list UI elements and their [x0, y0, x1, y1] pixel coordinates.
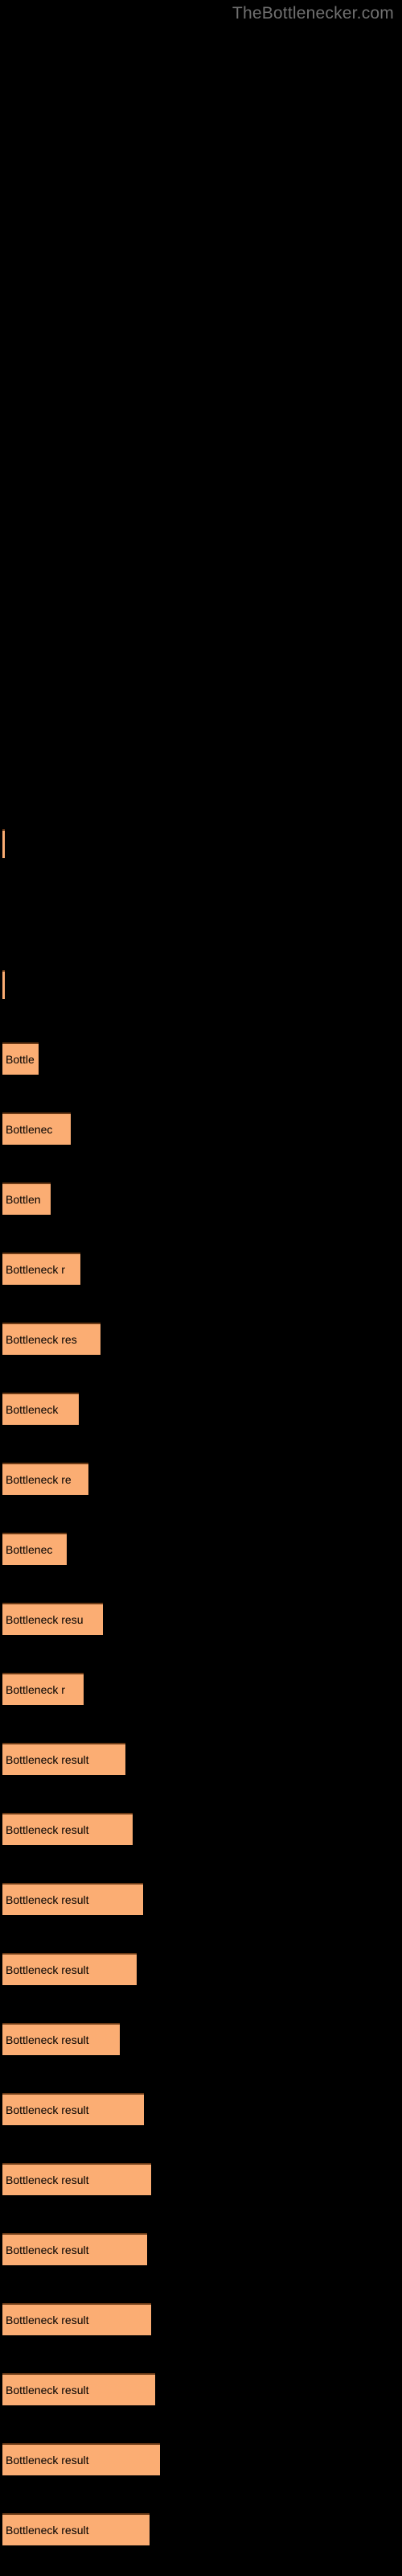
- bar-label: Bottleneck result: [6, 1823, 89, 1836]
- bar: Bottleneck resu: [2, 1603, 103, 1635]
- bar: Bottlenec: [2, 1533, 67, 1565]
- bar-label: Bottlenec: [6, 1123, 53, 1136]
- bar-label: Bottleneck resu: [6, 1613, 84, 1626]
- bar-label: Bottleneck result: [6, 2524, 89, 2537]
- bar: Bottleneck r: [2, 1673, 84, 1705]
- bar: Bottleneck result: [2, 1883, 143, 1915]
- bar-label: Bottleneck result: [6, 2174, 89, 2186]
- bar-label: Bottleneck result: [6, 2384, 89, 2396]
- bar: Bottleneck res: [2, 1323, 100, 1355]
- bar-label: Bottleneck result: [6, 2103, 89, 2116]
- bar: Bottleneck result: [2, 2023, 120, 2055]
- bar-label: Bottle: [6, 1053, 35, 1066]
- bar-label: Bottleneck result: [6, 2244, 89, 2256]
- bar: [2, 970, 5, 999]
- bar: Bottleneck result: [2, 2443, 160, 2475]
- bar-label: Bottleneck r: [6, 1263, 65, 1276]
- bar: Bottleneck result: [2, 1953, 137, 1985]
- bar: Bottleneck result: [2, 1743, 125, 1775]
- bar: Bottleneck re: [2, 1463, 88, 1495]
- bar-chart-plot-area: Bottle Bottlenec Bottlen Bottleneck r Bottle…: [0, 0, 402, 2576]
- bar: Bottleneck result: [2, 2513, 150, 2545]
- bar-label: Bottlenec: [6, 1543, 53, 1556]
- bar-label: Bottleneck re: [6, 1473, 72, 1486]
- bar: Bottleneck r: [2, 1253, 80, 1285]
- bar-label: Bottleneck: [6, 1403, 59, 1416]
- bar: Bottleneck result: [2, 2303, 151, 2335]
- bar: [2, 829, 5, 858]
- bar: Bottleneck result: [2, 2093, 144, 2125]
- bar-label: Bottleneck result: [6, 2314, 89, 2326]
- bar: Bottleneck result: [2, 2233, 147, 2265]
- bar-label: Bottleneck r: [6, 1683, 65, 1696]
- bar-label: Bottleneck result: [6, 2033, 89, 2046]
- bar: Bottlenec: [2, 1113, 71, 1145]
- bar-label: Bottleneck result: [6, 1893, 89, 1906]
- bar-label: Bottlen: [6, 1193, 41, 1206]
- bar: Bottleneck result: [2, 2163, 151, 2195]
- bar: Bottlen: [2, 1183, 51, 1215]
- bar: Bottleneck: [2, 1393, 79, 1425]
- bar-label: Bottleneck result: [6, 2454, 89, 2467]
- bar-label: Bottleneck res: [6, 1333, 77, 1346]
- bar: Bottle: [2, 1042, 39, 1075]
- chart-canvas: TheBottlenecker.com Bottle Bottlenec Bottl…: [0, 0, 402, 2576]
- bar-label: Bottleneck result: [6, 1753, 89, 1766]
- bar: Bottleneck result: [2, 2373, 155, 2405]
- bar: Bottleneck result: [2, 1813, 133, 1845]
- bar-label: Bottleneck result: [6, 1963, 89, 1976]
